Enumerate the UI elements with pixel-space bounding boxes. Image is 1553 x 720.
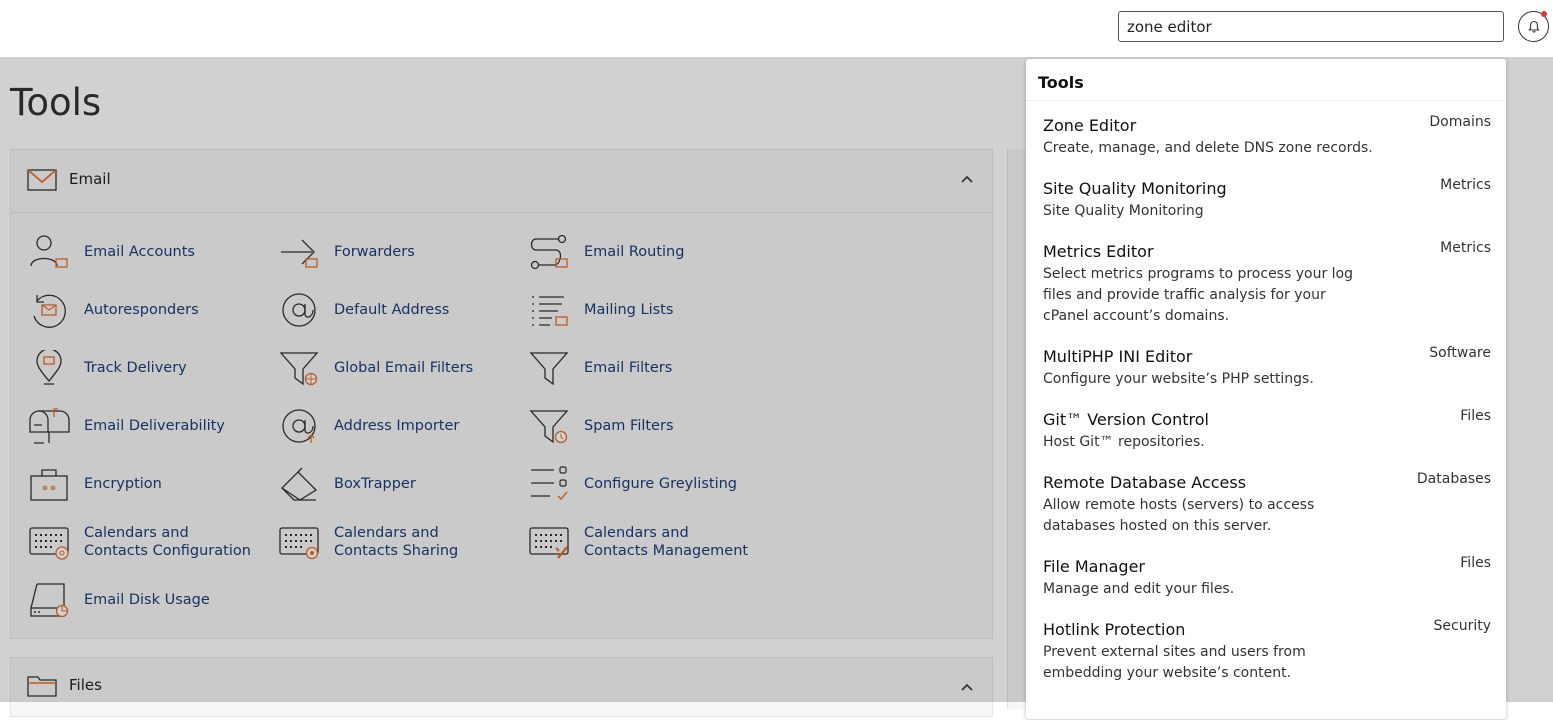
result-description: Create, manage, and delete DNS zone reco… xyxy=(1043,140,1373,156)
result-site-quality-monitoring[interactable]: Site Quality Monitoring Site Quality Mon… xyxy=(1043,177,1491,222)
divider xyxy=(1026,100,1506,101)
result-git-version-control[interactable]: Git™ Version Control Host Git™ repositor… xyxy=(1043,408,1491,453)
notification-badge xyxy=(1541,11,1547,17)
result-description: Host Git™ repositories. xyxy=(1043,434,1205,450)
result-description: Configure your website’s PHP settings. xyxy=(1043,371,1314,387)
result-name: Git™ Version Control xyxy=(1043,410,1209,429)
result-name: Metrics Editor xyxy=(1043,242,1154,261)
notifications-button[interactable] xyxy=(1518,11,1549,42)
result-category: Files xyxy=(1460,408,1491,424)
result-description: Select metrics programs to process your … xyxy=(1043,266,1353,324)
result-category: Domains xyxy=(1429,114,1491,130)
top-bar xyxy=(0,0,1553,57)
result-category: Security xyxy=(1433,618,1492,634)
result-category: Metrics xyxy=(1440,240,1491,256)
result-category: Files xyxy=(1460,555,1491,571)
result-category: Software xyxy=(1429,345,1491,361)
result-remote-database-access[interactable]: Remote Database Access Allow remote host… xyxy=(1043,471,1491,537)
results-heading: Tools xyxy=(1038,73,1084,92)
result-name: Hotlink Protection xyxy=(1043,620,1186,639)
result-file-manager[interactable]: File Manager Manage and edit your files.… xyxy=(1043,555,1491,600)
result-description: Prevent external sites and users from em… xyxy=(1043,644,1306,681)
result-category: Databases xyxy=(1416,471,1491,487)
result-description: Allow remote hosts (servers) to access d… xyxy=(1043,497,1315,534)
result-category: Metrics xyxy=(1440,177,1491,193)
result-name: Zone Editor xyxy=(1043,116,1137,135)
result-name: File Manager xyxy=(1043,557,1145,576)
result-name: Site Quality Monitoring xyxy=(1043,179,1227,198)
result-metrics-editor[interactable]: Metrics Editor Select metrics programs t… xyxy=(1043,240,1491,327)
result-name: MultiPHP INI Editor xyxy=(1043,347,1193,366)
bell-icon xyxy=(1527,20,1540,33)
result-description: Manage and edit your files. xyxy=(1043,581,1235,597)
result-hotlink-protection[interactable]: Hotlink Protection Prevent external site… xyxy=(1043,618,1492,684)
search-results-dropdown: Tools Zone Editor Create, manage, and de… xyxy=(1026,59,1506,719)
result-multiphp-ini-editor[interactable]: MultiPHP INI Editor Configure your websi… xyxy=(1043,345,1491,390)
result-zone-editor[interactable]: Zone Editor Create, manage, and delete D… xyxy=(1043,114,1491,159)
search-input[interactable] xyxy=(1118,11,1504,42)
result-description: Site Quality Monitoring xyxy=(1043,203,1204,219)
